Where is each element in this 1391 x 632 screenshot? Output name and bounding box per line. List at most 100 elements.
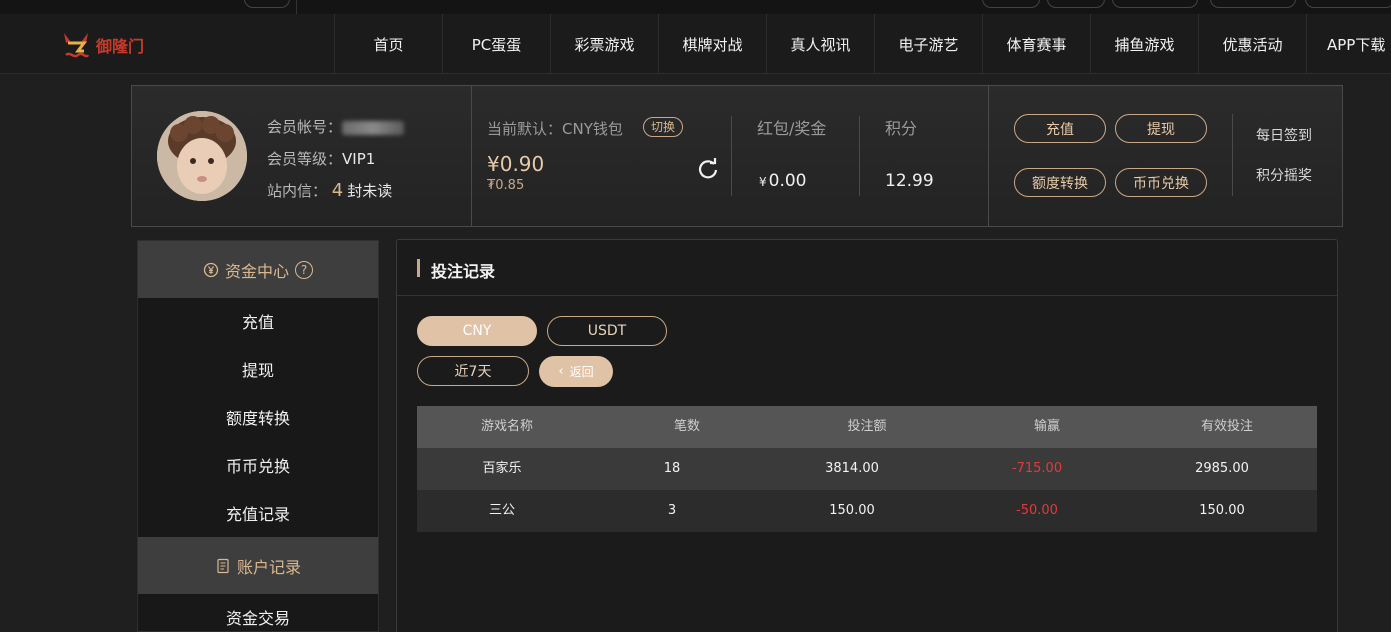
cell-winloss: -715.00 — [1011, 461, 1063, 476]
cell-bet: 3814.00 — [825, 461, 879, 476]
sidebar-section-fund-center[interactable]: 资金中心 ? — [138, 241, 378, 298]
table-header: 游戏名称 笔数 投注额 输赢 有效投注 — [417, 406, 1317, 448]
column-header-count: 笔数 — [673, 419, 700, 434]
balance-usdt-value: ₮0.85 — [487, 178, 525, 193]
bet-records-panel: 投注记录 CNY USDT 近7天 ‹ 返回 游戏名称 笔数 投注额 输赢 有效… — [396, 239, 1338, 632]
member-panel: 会员帐号： 会员等级：VIP1 站内信： 4 封未读 当前默认：CNY钱包 切换 … — [131, 85, 1343, 227]
bet-records-table: 游戏名称 笔数 投注额 输赢 有效投注 百家乐 18 3814.00 -715.… — [417, 406, 1317, 532]
cell-game: 三公 — [488, 503, 515, 518]
table-row: 百家乐 18 3814.00 -715.00 2985.00 — [417, 448, 1317, 490]
top-strip-divider — [296, 0, 297, 14]
nav-item-sports[interactable]: 体育赛事 — [982, 14, 1090, 74]
mail-unread-text[interactable]: 封未读 — [347, 182, 392, 200]
nav-item-live-video[interactable]: 真人视讯 — [766, 14, 874, 74]
table-row: 三公 3 150.00 -50.00 150.00 — [417, 490, 1317, 532]
nav-item-pc-egg[interactable]: PC蛋蛋 — [442, 14, 550, 74]
column-header-bet: 投注额 — [847, 419, 887, 434]
panel-header: 投注记录 — [397, 240, 1337, 296]
level-row: 会员等级：VIP1 — [267, 148, 375, 169]
mail-count[interactable]: 4 — [332, 180, 343, 201]
account-row: 会员帐号： — [267, 116, 405, 137]
cell-winloss: -50.00 — [1016, 503, 1058, 518]
title-accent-bar — [417, 259, 420, 277]
top-strip-button[interactable] — [1112, 0, 1198, 8]
wallet-label: 当前默认：CNY钱包 — [487, 120, 623, 138]
fund-center-label: 资金中心 — [224, 261, 289, 281]
nav-item-fishing[interactable]: 捕鱼游戏 — [1090, 14, 1198, 74]
bonus-label: 红包/奖金 — [757, 119, 827, 138]
top-strip-button[interactable] — [982, 0, 1040, 8]
bonus-amount: 0.00 — [768, 171, 807, 191]
nav-item-lottery[interactable]: 彩票游戏 — [550, 14, 658, 74]
cell-count: 18 — [663, 461, 681, 476]
top-strip — [0, 0, 1391, 14]
chevron-left-icon: ‹ — [558, 364, 564, 379]
avatar[interactable] — [157, 111, 247, 201]
points-label: 积分 — [885, 119, 918, 138]
transfer-button[interactable]: 额度转换 — [1014, 168, 1106, 197]
top-strip-button[interactable] — [1305, 0, 1391, 8]
nav-item-chess-cards[interactable]: 棋牌对战 — [658, 14, 766, 74]
account-value-masked — [342, 120, 405, 135]
account-records-label: 账户记录 — [236, 557, 301, 577]
sidebar-item-deposit[interactable]: 充值 — [138, 297, 378, 345]
points-lottery-link[interactable]: 积分摇奖 — [1256, 165, 1312, 185]
main-nav: 御隆门 首页 PC蛋蛋 彩票游戏 棋牌对战 真人视讯 电子游艺 体育赛事 捕鱼游… — [0, 14, 1391, 74]
column-header-game: 游戏名称 — [480, 419, 533, 434]
page-title: 投注记录 — [431, 262, 496, 281]
bonus-currency: ¥ — [759, 175, 767, 189]
tab-cny[interactable]: CNY — [417, 316, 537, 346]
panel-divider — [471, 86, 472, 226]
daily-checkin-link[interactable]: 每日签到 — [1256, 125, 1312, 145]
range-last-7-days[interactable]: 近7天 — [417, 356, 529, 386]
site-logo[interactable]: 御隆门 — [58, 24, 158, 66]
back-label: 返回 — [569, 365, 594, 379]
sidebar-section-account-records[interactable]: 账户记录 — [138, 537, 378, 594]
document-icon — [217, 558, 229, 573]
mail-label: 站内信： — [267, 182, 328, 200]
coin-exchange-button[interactable]: 币币兑换 — [1115, 168, 1207, 197]
top-strip-button[interactable] — [1047, 0, 1105, 8]
nav-item-home[interactable]: 首页 — [334, 14, 442, 74]
switch-wallet-button[interactable]: 切换 — [643, 117, 684, 137]
withdraw-button[interactable]: 提现 — [1115, 114, 1207, 143]
logo-emblem-icon — [64, 33, 90, 58]
panel-divider — [988, 86, 989, 226]
mail-row[interactable]: 站内信： 4 封未读 — [267, 180, 392, 201]
cell-valid-bet: 2985.00 — [1195, 461, 1249, 476]
cell-valid-bet: 150.00 — [1199, 503, 1245, 518]
nav-item-promotions[interactable]: 优惠活动 — [1198, 14, 1306, 74]
sidebar-item-fund-transactions[interactable]: 资金交易 — [138, 593, 378, 632]
yen-coin-icon — [203, 262, 219, 277]
logo-text: 御隆门 — [96, 37, 145, 56]
points-divider — [859, 116, 860, 196]
baby-avatar-image — [157, 111, 247, 201]
level-value: VIP1 — [342, 150, 376, 168]
bonus-divider — [731, 116, 732, 196]
bonus-value: ¥0.00 — [759, 171, 807, 191]
sidebar-item-transfer[interactable]: 额度转换 — [138, 393, 378, 441]
account-label: 会员帐号： — [267, 118, 343, 136]
level-label: 会员等级： — [267, 150, 343, 168]
cell-bet: 150.00 — [829, 503, 875, 518]
top-strip-button[interactable] — [1210, 0, 1296, 8]
help-icon[interactable]: ? — [295, 260, 313, 279]
column-header-valid-bet: 有效投注 — [1200, 419, 1253, 434]
sidebar-item-coin-exchange[interactable]: 币币兑换 — [138, 441, 378, 489]
deposit-button[interactable]: 充值 — [1014, 114, 1106, 143]
nav-item-app-download[interactable]: APP下载 — [1306, 14, 1391, 74]
nav-item-slots[interactable]: 电子游艺 — [874, 14, 982, 74]
tab-usdt[interactable]: USDT — [547, 316, 667, 346]
balance-value: ¥0.90 — [487, 152, 545, 176]
sidebar: 资金中心 ? 充值 提现 额度转换 币币兑换 充值记录 账户记录 资金交易 — [137, 240, 379, 632]
refresh-icon[interactable] — [697, 158, 719, 180]
cell-count: 3 — [667, 503, 677, 518]
actions-divider — [1232, 114, 1233, 196]
sidebar-item-deposit-records[interactable]: 充值记录 — [138, 489, 378, 537]
top-strip-button[interactable] — [244, 0, 290, 8]
sidebar-item-withdraw[interactable]: 提现 — [138, 345, 378, 393]
column-header-winloss: 输赢 — [1033, 419, 1060, 434]
back-button[interactable]: ‹ 返回 — [539, 356, 613, 387]
cell-game: 百家乐 — [482, 461, 522, 476]
points-value: 12.99 — [885, 171, 934, 191]
